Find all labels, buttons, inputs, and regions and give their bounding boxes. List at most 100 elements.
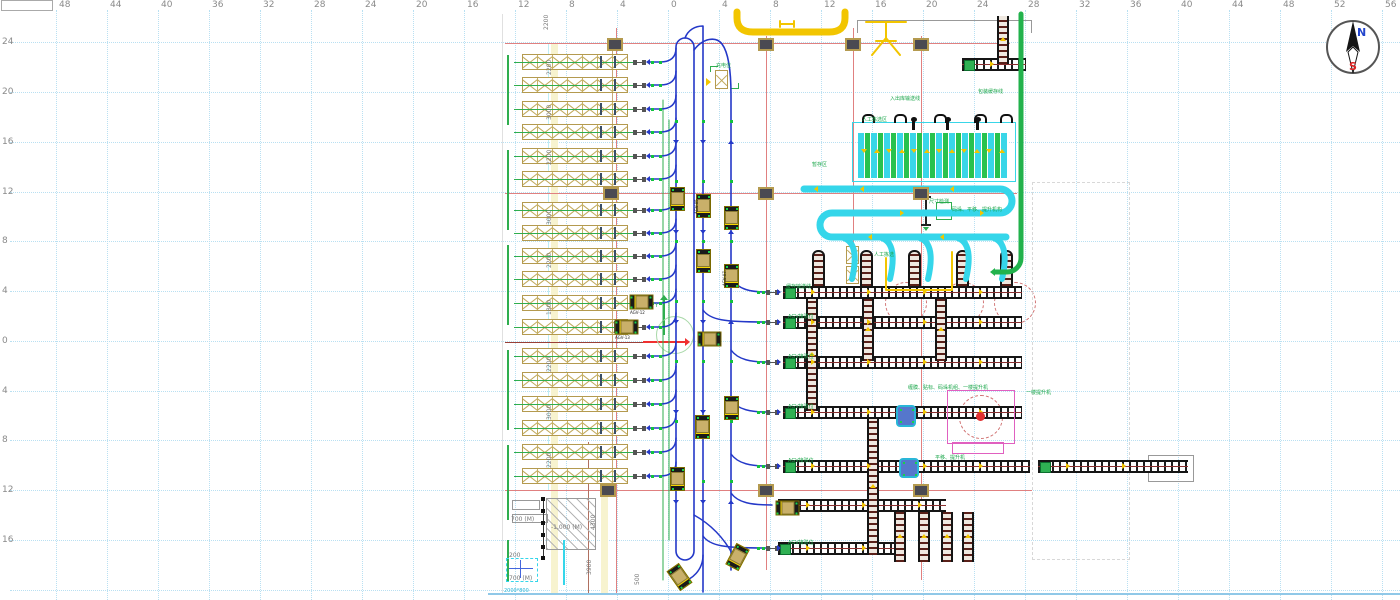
junction-box[interactable] [600,484,616,497]
path-node-dot [651,451,654,454]
agv-status-dot [726,266,728,268]
rack-center-line [514,233,636,234]
agv-vehicle[interactable] [695,415,710,439]
agv-vehicle[interactable] [724,396,739,420]
junction-box[interactable] [913,187,929,200]
path-node-dot [702,300,705,303]
monorail-loop [737,12,845,32]
direction-arrow-d [986,149,992,153]
path-node-dot [675,180,678,183]
rack-end-bar [600,204,602,216]
rack-end-bar [614,273,616,285]
direction-arrow-l [868,234,872,240]
zone-label: 包装缓存线 [978,88,1003,95]
path-node-dot [702,180,705,183]
shuttle-device[interactable] [896,405,916,427]
station-bracket [738,83,739,89]
zone-label: AGV接驳位 [788,539,814,546]
wall-mark-green [507,245,509,325]
junction-box[interactable] [913,38,929,51]
direction-arrow-u [944,534,950,538]
path-node-dot [651,84,654,87]
junction-box[interactable] [758,484,774,497]
agv-status-dot [698,215,700,217]
dimension-text: 200 [509,552,520,559]
rack-center-line [514,256,636,257]
junction-box[interactable] [758,38,774,51]
agv-status-dot [726,208,728,210]
gridline-horizontal [10,440,1400,441]
direction-arrow-u [974,149,980,153]
agv-vehicle[interactable] [629,295,653,310]
direction-arrow-r [923,359,927,365]
rack-end-bar [600,150,602,162]
gridline-vertical [668,10,669,600]
junction-box[interactable] [758,187,774,200]
gridline-vertical [1331,10,1332,600]
pickup-stub [633,426,646,431]
agv-vehicle[interactable] [696,249,711,273]
gridline-vertical [1229,10,1230,600]
junction-box[interactable] [607,38,623,51]
agv-status-dot [682,488,684,490]
agv-status-dot [698,196,700,198]
wall-mark-green [507,350,509,430]
path-node-dot [757,547,760,550]
dimension-text: 3000 [546,405,553,420]
machine-tower [812,250,825,288]
path-node-dot [757,411,760,414]
agv-vehicle[interactable] [614,320,638,335]
direction-arrow-r [923,409,927,415]
junction-box[interactable] [913,484,929,497]
agv-vehicle[interactable] [666,563,692,591]
ruler-top-tick: 36 [1130,0,1141,10]
junction-box[interactable] [845,38,861,51]
path-node-dot [730,180,733,183]
pickup-stub [633,177,646,182]
main-canvas[interactable]: N S 484440363228242016128404812162024283… [0,0,1400,600]
agv-vehicle[interactable] [725,543,750,571]
agv-vehicle[interactable] [697,332,721,347]
shuttle-device[interactable] [899,458,919,478]
pickup-stub [633,107,646,112]
rack-center-line [514,85,636,86]
direction-arrow-u [728,230,734,234]
path-node-dot [762,411,765,414]
agv-status-dot [634,322,636,324]
path-node-dot [651,278,654,281]
origin-axis-dark [505,342,643,343]
direction-arrow-r [777,289,781,295]
machine-tower [860,250,873,288]
dimension-chain-node [541,509,545,513]
path-node-dot [675,360,678,363]
dimension-text: -1,000 (M) [551,524,582,531]
path-node-dot [730,360,733,363]
gridline-vertical [158,10,159,600]
agv-vehicle[interactable] [670,467,685,491]
direction-arrow-d [700,500,706,504]
agv-vehicle[interactable] [775,501,799,516]
path-node-dot [730,420,733,423]
agv-load [670,568,688,586]
turntable-center [976,412,985,421]
agv-status-dot [707,417,709,419]
agv-status-dot [708,251,710,253]
rack-connector [648,366,676,380]
pin-icon [976,121,979,130]
agv-vehicle[interactable] [670,187,685,211]
wall-mark-green [507,150,509,230]
gridline-vertical [107,10,108,600]
path-node-dot [651,209,654,212]
rack-end-bar [614,422,616,434]
direction-arrow-r [685,338,690,346]
path-node-dot [651,403,654,406]
direction-arrow-r [806,502,810,508]
workcell-outline [952,442,1004,454]
junction-box[interactable] [603,187,619,200]
path-node-dot [659,302,662,305]
conveyor-connector [731,454,766,466]
path-node-dot [651,178,654,181]
agv-vehicle[interactable] [724,206,739,230]
path-node-dot [659,278,662,281]
zone-label: 充电位 [716,62,731,69]
